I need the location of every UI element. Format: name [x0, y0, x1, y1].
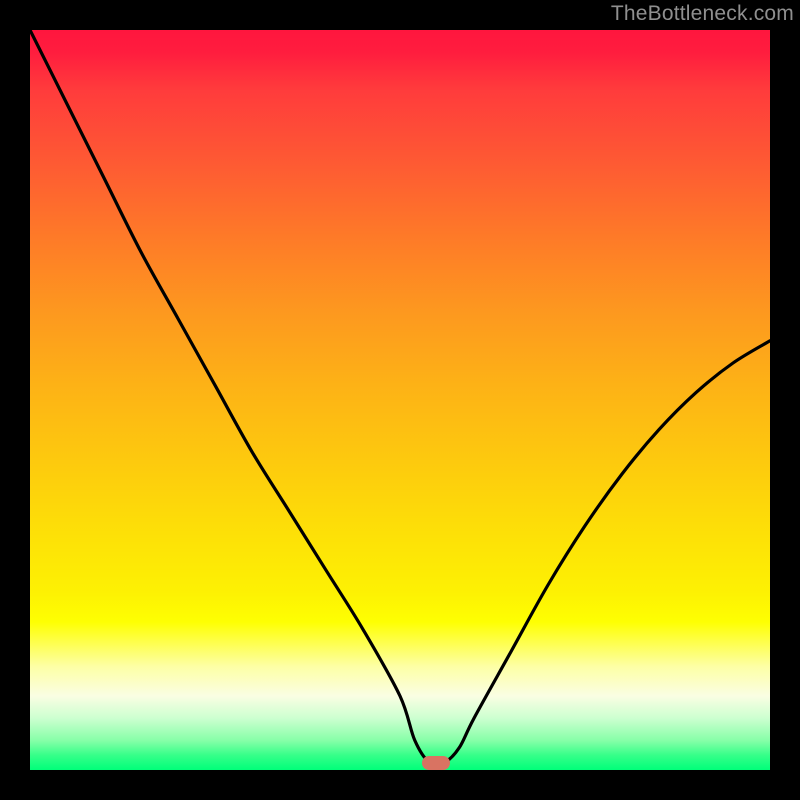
watermark-text: TheBottleneck.com — [611, 2, 794, 26]
plot-area — [30, 30, 770, 770]
optimum-marker — [422, 756, 450, 770]
chart-frame: TheBottleneck.com — [0, 0, 800, 800]
bottleneck-curve — [30, 30, 770, 765]
curve-svg — [30, 30, 770, 770]
